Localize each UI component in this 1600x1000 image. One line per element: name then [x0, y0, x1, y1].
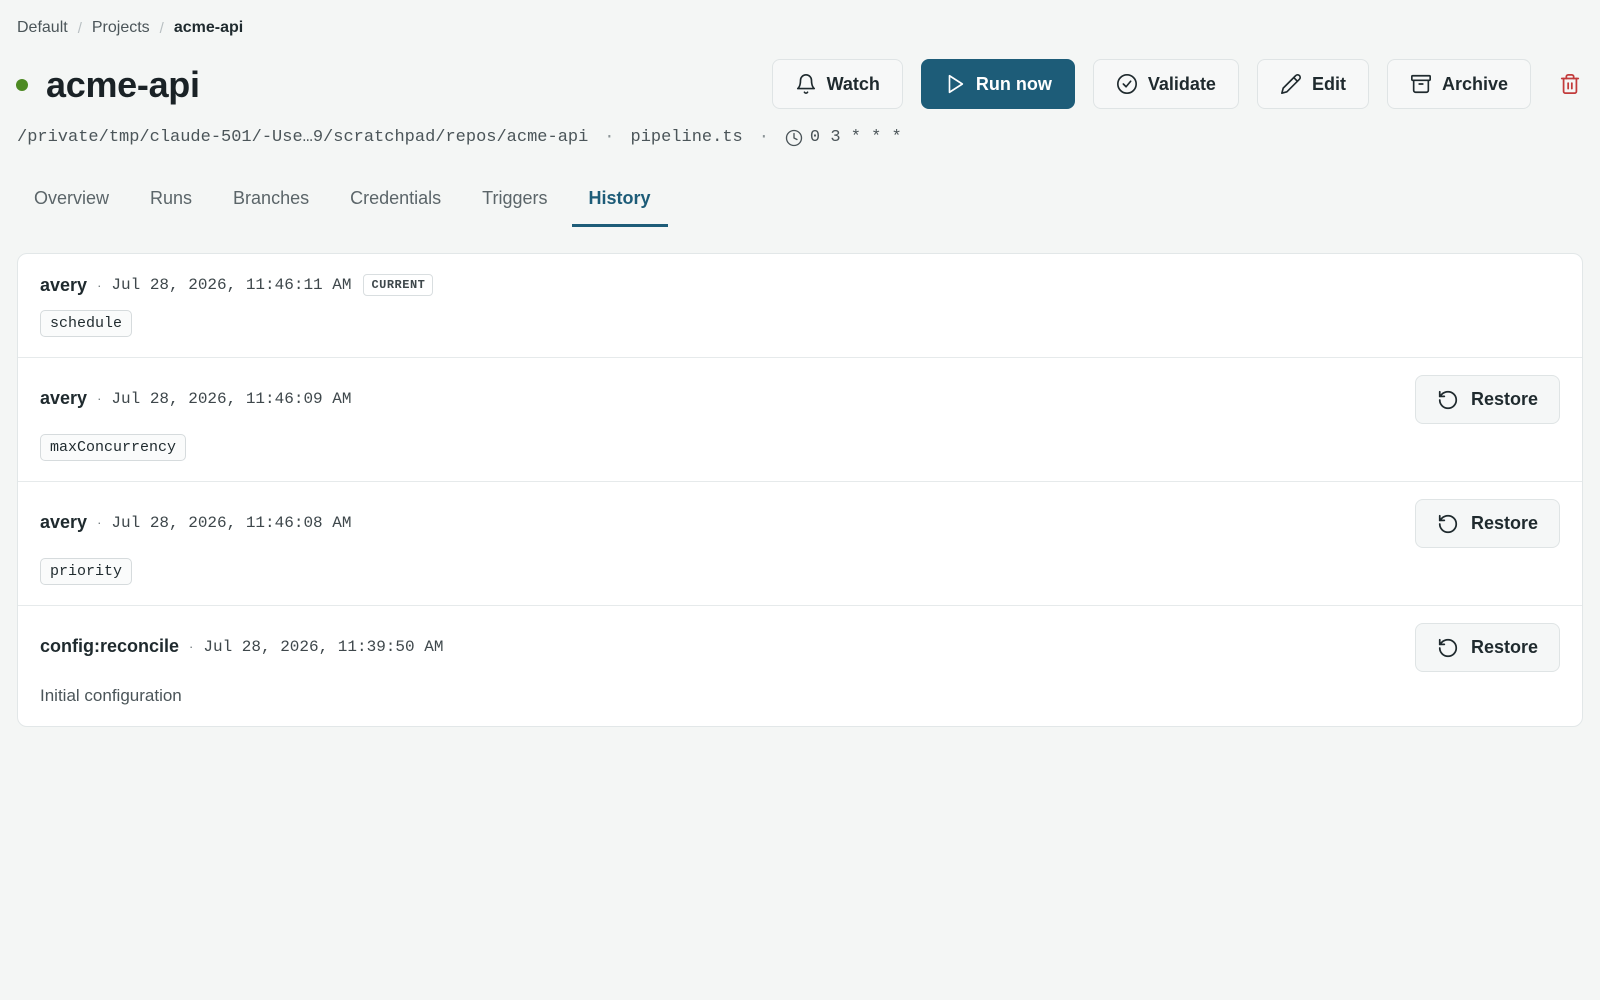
tab-bar: Overview Runs Branches Credentials Trigg…: [17, 182, 675, 227]
restore-label: Restore: [1470, 513, 1539, 533]
entry-separator: ·: [189, 639, 194, 654]
archive-label: Archive: [1441, 73, 1508, 94]
breadcrumb-item-projects[interactable]: Projects: [92, 19, 150, 37]
restore-button[interactable]: Restore: [1415, 623, 1560, 672]
history-entry-header: avery · Jul 28, 2026, 11:46:09 AM: [40, 388, 351, 409]
watch-button[interactable]: Watch: [771, 59, 903, 109]
restore-button[interactable]: Restore: [1415, 375, 1560, 424]
changed-field-chip: schedule: [40, 310, 133, 337]
breadcrumb-separator: /: [159, 19, 164, 37]
entry-author: avery: [40, 274, 88, 295]
entry-timestamp: Jul 28, 2026, 11:39:50 AM: [203, 637, 444, 656]
archive-icon: [1410, 74, 1431, 94]
history-entry: avery · Jul 28, 2026, 11:46:09 AM maxCon…: [18, 358, 1582, 482]
clock-icon: [785, 129, 803, 146]
project-meta: /private/tmp/claude-501/-Use…9/scratchpa…: [17, 128, 902, 147]
changed-field-chip: maxConcurrency: [40, 434, 187, 461]
pipeline-file: pipeline.ts: [630, 128, 743, 147]
watch-label: Watch: [826, 73, 880, 94]
tab-runs[interactable]: Runs: [133, 182, 209, 227]
run-now-button[interactable]: Run now: [920, 59, 1075, 109]
tab-history[interactable]: History: [571, 182, 668, 227]
changed-field-chip: priority: [40, 558, 133, 585]
current-badge: CURRENT: [363, 274, 434, 296]
archive-button[interactable]: Archive: [1386, 59, 1531, 109]
restore-label: Restore: [1470, 389, 1539, 409]
restore-icon: [1438, 514, 1458, 533]
page-title: acme-api: [46, 64, 200, 105]
entry-author: config:reconcile: [40, 636, 180, 656]
breadcrumb: Default / Projects / acme-api: [17, 19, 243, 37]
entry-timestamp: Jul 28, 2026, 11:46:08 AM: [111, 513, 352, 532]
tab-overview[interactable]: Overview: [17, 182, 126, 227]
history-entry-header: avery · Jul 28, 2026, 11:46:08 AM: [40, 512, 351, 533]
entry-separator: ·: [97, 277, 102, 293]
cron-schedule: 0 3 * * *: [785, 128, 902, 147]
tab-triggers[interactable]: Triggers: [465, 182, 564, 227]
restore-button[interactable]: Restore: [1415, 499, 1560, 548]
breadcrumb-item-current: acme-api: [173, 19, 244, 36]
validate-label: Validate: [1147, 73, 1216, 94]
restore-label: Restore: [1470, 637, 1539, 657]
page: Default / Projects / acme-api acme-api W…: [0, 0, 1600, 1000]
validate-button[interactable]: Validate: [1092, 59, 1239, 109]
entry-separator: ·: [97, 391, 102, 406]
cron-expression: 0 3 * * *: [809, 128, 902, 147]
edit-label: Edit: [1311, 73, 1346, 94]
history-list: avery · Jul 28, 2026, 11:46:11 AM CURREN…: [17, 253, 1583, 727]
history-entry-header: config:reconcile · Jul 28, 2026, 11:39:5…: [40, 636, 443, 657]
title-row: acme-api: [16, 64, 200, 106]
trash-icon: [1560, 73, 1580, 95]
run-now-label: Run now: [975, 73, 1052, 94]
header-actions: Watch Run now Validate Edit Archive: [754, 59, 1583, 109]
tab-branches[interactable]: Branches: [216, 182, 326, 227]
history-entry: config:reconcile · Jul 28, 2026, 11:39:5…: [18, 606, 1582, 726]
entry-timestamp: Jul 28, 2026, 11:46:09 AM: [111, 389, 352, 408]
tab-credentials[interactable]: Credentials: [333, 182, 458, 227]
breadcrumb-item-default[interactable]: Default: [17, 19, 68, 37]
history-entry: avery · Jul 28, 2026, 11:46:11 AM CURREN…: [18, 254, 1582, 358]
status-dot: [16, 79, 28, 91]
edit-button[interactable]: Edit: [1256, 59, 1369, 109]
entry-separator: ·: [97, 515, 102, 530]
check-circle-icon: [1116, 74, 1137, 94]
history-entry: avery · Jul 28, 2026, 11:46:08 AM priori…: [18, 482, 1582, 606]
entry-author: avery: [40, 512, 88, 532]
breadcrumb-separator: /: [77, 19, 82, 37]
entry-author: avery: [40, 388, 88, 408]
meta-separator: ·: [604, 128, 615, 147]
history-entry-header: avery · Jul 28, 2026, 11:46:11 AM CURREN…: [40, 274, 434, 296]
delete-button[interactable]: [1557, 71, 1583, 97]
entry-description: Initial configuration: [40, 686, 182, 705]
entry-timestamp: Jul 28, 2026, 11:46:11 AM: [111, 276, 352, 294]
restore-icon: [1438, 390, 1458, 409]
meta-separator: ·: [758, 128, 769, 147]
restore-icon: [1438, 638, 1458, 657]
bell-icon: [796, 74, 815, 94]
play-icon: [948, 74, 964, 94]
pencil-icon: [1280, 74, 1301, 94]
repo-path: /private/tmp/claude-501/-Use…9/scratchpa…: [17, 128, 589, 147]
